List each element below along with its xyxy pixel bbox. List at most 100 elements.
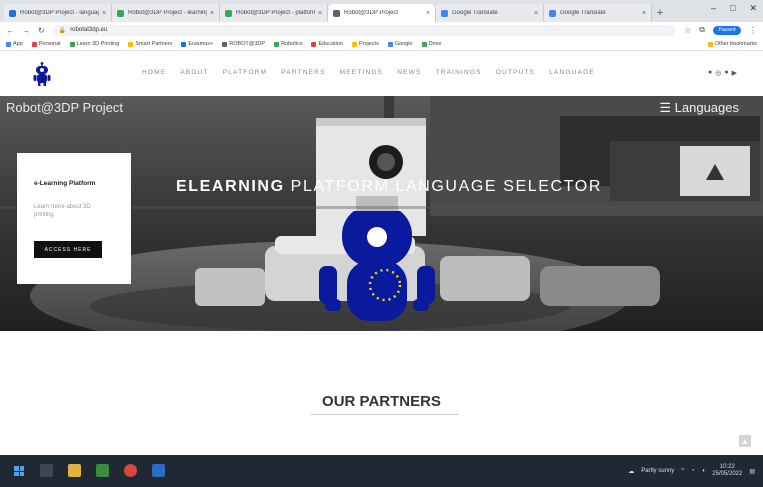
browser-tab-bar: Robot@3DP Project - languages × Robot@3DP… — [0, 0, 763, 22]
tab-favicon-icon — [225, 9, 232, 17]
store-icon[interactable] — [152, 464, 165, 477]
close-tab-icon[interactable]: × — [318, 10, 322, 17]
bookmark-favicon-icon — [31, 41, 37, 47]
url-text: robotat3dp.eu — [70, 27, 108, 33]
section-title: OUR PARTNERS — [322, 393, 441, 410]
browser-tab[interactable]: Robot@3DP Project - languages × — [4, 4, 112, 22]
bookmark-item[interactable]: Robotics — [274, 41, 302, 47]
forward-icon[interactable]: → — [22, 26, 30, 35]
tab-favicon-icon — [117, 9, 124, 17]
clock[interactable]: 10:22 25/05/2022 — [712, 464, 742, 478]
bookmark-item[interactable]: App — [6, 41, 23, 47]
nav-item-about[interactable]: ABOUT — [180, 69, 208, 76]
tab-favicon-icon — [549, 9, 556, 17]
lock-icon: 🔒 — [58, 27, 67, 34]
weather-icon[interactable]: ☁ — [628, 468, 634, 475]
site-brand[interactable]: Robot@3DP Project — [6, 100, 123, 115]
nav-item-language[interactable]: LANGUAGE — [549, 69, 595, 76]
close-tab-icon[interactable]: × — [642, 10, 646, 17]
card-text: Learn more about 3D printing — [34, 204, 91, 218]
menu-icon[interactable]: ⋮ — [749, 26, 757, 35]
file-explorer-icon[interactable] — [68, 464, 81, 477]
bookmark-favicon-icon — [274, 41, 280, 47]
photos-icon[interactable] — [96, 464, 109, 477]
hamburger-icon: ☰ — [659, 100, 675, 115]
bookmark-item[interactable]: Other bookmarks — [707, 41, 757, 47]
robot-logo-icon[interactable] — [33, 62, 51, 86]
browser-tab[interactable]: Robot@3DP Project - platform × — [220, 4, 328, 22]
close-tab-icon[interactable]: × — [426, 10, 430, 17]
bookmark-favicon-icon — [351, 41, 357, 47]
facebook-icon[interactable]: ● — [708, 69, 712, 77]
instagram-icon[interactable]: ◎ — [715, 69, 721, 77]
nav-item-partners[interactable]: PARTNERS — [281, 69, 325, 76]
browser-toolbar: ← → ↻ 🔒 robotat3dp.eu ☆ ⧉ Paused ⋮ — [0, 22, 763, 38]
scroll-to-top-button[interactable]: ▲ — [739, 435, 751, 447]
hero-title: ELEARNING PLATFORM LANGUAGE SELECTOR — [176, 178, 602, 195]
bookmark-item[interactable]: Smart Partners — [128, 41, 172, 47]
maximize-icon[interactable]: □ — [730, 3, 735, 14]
twitter-icon[interactable]: ● — [724, 69, 728, 77]
volume-icon[interactable]: ◖ — [702, 468, 706, 474]
weather-text: Partly sunny — [641, 468, 675, 474]
chrome-icon[interactable] — [124, 464, 137, 477]
nav-item-outputs[interactable]: OUTPUTS — [496, 69, 535, 76]
network-icon[interactable]: ◔ — [691, 468, 695, 474]
bookmark-favicon-icon — [181, 41, 187, 47]
tab-favicon-icon — [9, 9, 16, 17]
os-taskbar: ☁ Partly sunny ^ ◔ ◖ 10:22 25/05/2022 ▤ — [0, 455, 763, 487]
languages-menu-button[interactable]: ☰ Languages — [659, 100, 739, 116]
bookmark-favicon-icon — [311, 41, 317, 47]
browser-tab[interactable]: Robot@3DP Project - learning × — [112, 4, 220, 22]
bookmark-item[interactable]: Learn 3D Printing — [69, 41, 119, 47]
title-underline — [311, 414, 459, 415]
close-window-icon[interactable]: ✕ — [749, 3, 757, 14]
robot-mascot-icon — [319, 211, 435, 321]
bookmark-item[interactable]: Erasmus+ — [181, 41, 213, 47]
bookmark-item[interactable]: Education — [311, 41, 343, 47]
bookmark-favicon-icon — [128, 41, 134, 47]
minimize-icon[interactable]: – — [711, 3, 716, 14]
bookmark-item[interactable]: Drive — [421, 41, 441, 47]
site-header: HOME ABOUT PLATFORM PARTNERS MEETINGS NE… — [0, 51, 763, 96]
new-tab-button[interactable]: + — [652, 4, 668, 22]
close-tab-icon[interactable]: × — [534, 10, 538, 17]
notifications-icon[interactable]: ▤ — [749, 468, 755, 475]
tab-favicon-icon — [333, 9, 340, 17]
search-icon[interactable] — [40, 464, 53, 477]
close-tab-icon[interactable]: × — [210, 10, 214, 17]
nav-item-home[interactable]: HOME — [142, 69, 166, 76]
taskbar-pinned-apps — [40, 464, 165, 477]
address-bar[interactable]: 🔒 robotat3dp.eu — [52, 24, 677, 36]
window-controls: – □ ✕ — [711, 3, 757, 14]
profile-button[interactable]: Paused — [713, 25, 741, 35]
reload-icon[interactable]: ↻ — [38, 26, 45, 35]
bookmark-favicon-icon — [222, 41, 228, 47]
extensions-icon[interactable]: ⧉ — [699, 25, 705, 35]
nav-item-trainings[interactable]: TRAININGS — [436, 69, 482, 76]
nav-item-news[interactable]: NEWS — [397, 69, 421, 76]
nav-item-meetings[interactable]: MEETINGS — [340, 69, 384, 76]
nav-item-platform[interactable]: PLATFORM — [223, 69, 268, 76]
bookmark-favicon-icon — [69, 41, 75, 47]
tab-favicon-icon — [441, 9, 448, 17]
browser-tab-active[interactable]: Robot@3DP Project × — [328, 4, 436, 22]
bookmark-item[interactable]: Personal — [31, 41, 61, 47]
bookmark-item[interactable]: Projects — [351, 41, 379, 47]
social-links: ● ◎ ● ▶ — [708, 69, 737, 77]
chevron-up-icon[interactable]: ^ — [681, 468, 684, 474]
partners-section: OUR PARTNERS ▲ — [0, 331, 763, 455]
bookmark-item[interactable]: Google — [387, 41, 413, 47]
bookmark-item[interactable]: ROBOT@3DP — [222, 41, 265, 47]
youtube-icon[interactable]: ▶ — [732, 69, 737, 77]
close-tab-icon[interactable]: × — [102, 10, 106, 17]
access-here-button[interactable]: ACCESS HERE — [34, 241, 102, 258]
elearning-card: e-Learning Platform Learn more about 3D … — [17, 153, 131, 284]
bookmark-favicon-icon — [6, 41, 11, 47]
windows-start-icon[interactable] — [14, 466, 24, 476]
browser-tab[interactable]: Google Translate × — [544, 4, 652, 22]
hero-banner: Robot@3DP Project ☰ Languages ELEARNING … — [0, 96, 763, 331]
bookmark-star-icon[interactable]: ☆ — [684, 26, 691, 35]
back-icon[interactable]: ← — [6, 26, 14, 35]
browser-tab[interactable]: Google Translate × — [436, 4, 544, 22]
